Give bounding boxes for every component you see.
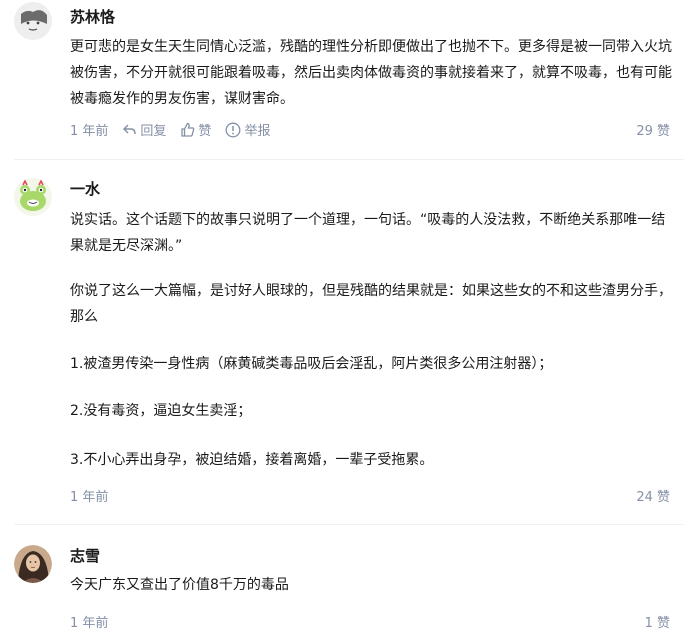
report-label: 举报 (244, 124, 271, 139)
like-count[interactable]: 29 赞 (636, 120, 670, 139)
comment-text: 你说了这么一大篇幅，是讨好人眼球的，但是残酷的结果就是：如果这些女的不和这些渣男… (70, 283, 672, 325)
comment-meta: 1 年前 1 赞 (70, 612, 670, 632)
comment-time: 1 年前 (70, 124, 109, 139)
comment-text: 今天广东又查出了价值8千万的毒品 (70, 577, 289, 593)
like-count[interactable]: 1 赞 (645, 612, 670, 631)
divider (14, 159, 684, 160)
warning-circle-icon (225, 122, 241, 137)
report-button[interactable]: 举报 (225, 120, 270, 139)
comment-author[interactable]: 苏林恪 (70, 6, 115, 27)
comment-text: 1.被渣男传染一身性病（麻黄碱类毒品吸后会淫乱，阿片类很多公用注射器）； (70, 356, 553, 372)
photo-avatar-icon[interactable] (14, 545, 52, 583)
comment-author[interactable]: 一水 (70, 178, 100, 199)
reply-label: 回复 (140, 124, 167, 139)
comment-meta: 1 年前 回复 赞 举报 29 赞 (70, 120, 670, 140)
thumbs-up-icon (181, 122, 195, 137)
comment-meta: 1 年前 24 赞 (70, 486, 670, 506)
comment-time: 1 年前 (70, 490, 109, 505)
comment-time: 1 年前 (70, 616, 109, 631)
like-count[interactable]: 24 赞 (636, 486, 670, 505)
like-label: 赞 (198, 124, 212, 139)
reply-icon (123, 124, 137, 135)
reply-button[interactable]: 回复 (122, 120, 166, 139)
comment-text: 更可悲的是女生天生同情心泛滥，残酷的理性分析即便做出了也抛不下。更多得是被一同带… (70, 39, 672, 107)
divider (14, 524, 684, 525)
comment-text: 说实话。这个话题下的故事只说明了一个道理，一句话。“吸毒的人没法救，不断绝关系那… (70, 212, 666, 254)
comment-text: 3.不小心弄出身孕，被迫结婚，接着离婚，一辈子受拖累。 (70, 452, 434, 468)
like-button[interactable]: 赞 (180, 120, 211, 139)
comment-author[interactable]: 志雪 (70, 545, 100, 566)
gray-default-avatar-icon[interactable] (14, 2, 52, 40)
green-frog-avatar-icon[interactable] (14, 178, 52, 216)
comment-text: 2.没有毒资，逼迫女生卖淫； (70, 403, 252, 419)
